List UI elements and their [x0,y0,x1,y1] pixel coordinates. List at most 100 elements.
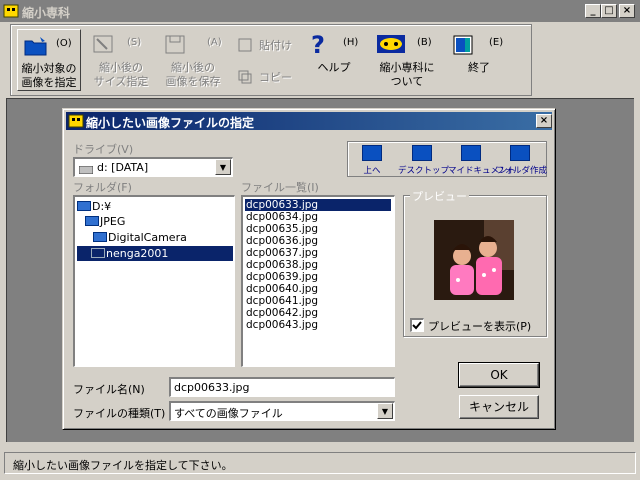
paste-label: 貼付け [259,39,292,52]
dialog-title: 縮小したい画像ファイルの指定 [86,116,255,130]
main-title-bar[interactable]: 縮小専科 _ □ × [0,0,640,22]
main-toolbar: (O) 縮小対象の 画像を指定 (S) 縮小後の サイズ指定 (A) 縮小後の 画像を… [10,24,532,96]
dialog-title-bar[interactable]: 縮小したい画像ファイルの指定 × [66,112,552,130]
paste-copy-group: 貼付け コピー [233,29,297,91]
up-label: 上へ [363,166,381,176]
file-item[interactable]: dcp00636.jpg [245,235,391,247]
file-item[interactable]: dcp00640.jpg [245,283,391,295]
save-label-2: 画像を保存 [165,75,221,88]
filename-input[interactable]: dcp00633.jpg [169,377,395,397]
dialog-close-button[interactable]: × [536,114,552,128]
file-list-label: ファイル一覧(I) [241,181,319,194]
about-label-2: ついて [390,75,424,88]
size-label-2: サイズ指定 [93,75,149,88]
new-folder-button[interactable]: フォルダ作成 [496,142,548,176]
filename-value: dcp00633.jpg [174,381,250,394]
open-folder-icon [24,36,48,59]
resize-icon [93,35,115,58]
exit-key: (E) [489,37,504,48]
folder-tree[interactable]: D:¥ JPEG DigitalCamera nenga2001 [73,195,235,367]
save-image-button[interactable]: (A) 縮小後の 画像を保存 [159,29,227,91]
status-bar: 縮小したい画像ファイルを指定して下さい。 [4,452,636,474]
app-title: 縮小専科 [22,6,71,20]
paste-icon [237,37,253,56]
file-list[interactable]: dcp00633.jpg dcp00634.jpg dcp00635.jpg d… [241,195,395,367]
copy-button[interactable]: コピー [233,67,297,87]
close-button[interactable]: × [619,4,635,18]
folder-item-jpeg[interactable]: JPEG [85,214,125,229]
about-key: (B) [417,37,432,48]
folder-item-nenga2001[interactable]: nenga2001 [77,246,233,261]
my-documents-icon [461,145,481,161]
folder-name: DigitalCamera [108,231,187,244]
copy-label: コピー [259,71,292,84]
exit-button[interactable]: (E) 終了 [447,29,511,91]
minimize-button[interactable]: _ [585,4,601,18]
size-setting-button[interactable]: (S) 縮小後の サイズ指定 [87,29,155,91]
folder-name: D:¥ [92,200,112,213]
status-text: 縮小したい画像ファイルを指定して下さい。 [13,459,233,472]
folder-label: フォルダ(F) [73,181,132,194]
help-key: (H) [343,37,359,48]
file-item[interactable]: dcp00642.jpg [245,307,391,319]
open-folder-icon [93,232,107,242]
help-button[interactable]: ? (H) ヘルプ [303,29,365,91]
my-documents-label: マイドキュメント [448,166,517,176]
open-label-2: 画像を指定 [21,76,77,89]
help-label: ヘルプ [317,61,351,74]
filetype-dropdown-arrow[interactable]: ▼ [377,403,393,419]
desktop-label: デスクトップ [398,166,450,176]
app-icon [3,3,19,19]
preview-image [434,220,514,300]
filetype-select[interactable]: すべての画像ファイル ▼ [169,401,395,421]
floppy-disk-icon [165,35,187,58]
filetype-value: すべての画像ファイル [174,407,283,420]
dialog-app-icon [68,113,84,132]
preview-checkbox-label[interactable]: プレビューを表示(P) [428,318,531,334]
my-documents-button[interactable]: マイドキュメント [448,142,517,176]
drive-icon [78,164,94,177]
file-select-dialog: 縮小したい画像ファイルの指定 × ドライブ(V) d: [DATA] ▼ 上へ … [62,108,556,430]
file-item[interactable]: dcp00639.jpg [245,271,391,283]
file-item[interactable]: dcp00633.jpg [245,199,391,211]
open-image-button[interactable]: (O) 縮小対象の 画像を指定 [17,29,81,91]
open-folder-icon [91,248,105,258]
new-folder-label: フォルダ作成 [496,166,548,176]
size-label-1: 縮小後の [99,61,143,74]
file-item[interactable]: dcp00643.jpg [245,319,391,331]
file-item[interactable]: dcp00635.jpg [245,223,391,235]
desktop-button[interactable]: デスクトップ [398,142,450,176]
file-item[interactable]: dcp00641.jpg [245,295,391,307]
open-folder-icon [77,201,91,211]
filetype-label: ファイルの種類(T) [73,407,166,420]
app-logo-icon [377,35,405,56]
preview-group: プレビュー プレビューを表示(P) [403,188,547,337]
drive-dropdown-arrow[interactable]: ▼ [215,159,231,175]
open-folder-icon [85,216,99,226]
folder-name: nenga2001 [106,247,169,260]
cancel-button[interactable]: キャンセル [459,395,539,419]
folder-item-digitalcamera[interactable]: DigitalCamera [93,230,187,245]
drive-value: d: [DATA] [97,161,149,174]
size-key: (S) [127,37,142,48]
copy-icon [237,69,253,88]
up-folder-button[interactable]: 上へ [350,142,394,176]
file-item[interactable]: dcp00638.jpg [245,259,391,271]
about-button[interactable]: (B) 縮小専科に ついて [373,29,441,91]
file-item[interactable]: dcp00634.jpg [245,211,391,223]
ok-button[interactable]: OK [458,362,540,388]
preview-checkbox[interactable] [410,318,424,332]
file-item[interactable]: dcp00637.jpg [245,247,391,259]
question-mark-icon: ? [311,31,325,59]
folder-item-root[interactable]: D:¥ [77,199,111,214]
drive-select[interactable]: d: [DATA] ▼ [73,157,233,177]
save-label-1: 縮小後の [171,61,215,74]
filename-label: ファイル名(N) [73,383,145,396]
nav-button-bar: 上へ デスクトップ マイドキュメント フォルダ作成 [347,141,547,177]
up-arrow-icon [362,145,382,161]
paste-button[interactable]: 貼付け [233,35,297,55]
desktop-icon [412,145,432,161]
exit-label: 終了 [468,61,490,74]
maximize-button[interactable]: □ [601,4,617,18]
open-key: (O) [56,38,72,49]
